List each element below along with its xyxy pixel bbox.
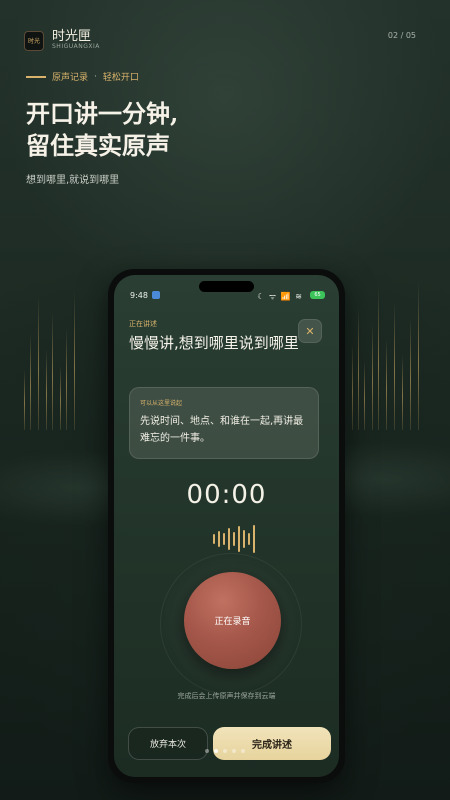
tagline-primary: 原声记录	[52, 73, 89, 83]
close-icon: ✕	[305, 324, 315, 338]
page-dot[interactable]	[241, 749, 245, 753]
phone-mockup: 9:48 ☾ ᯤ 📶 ≋ 65 正在讲述 ✕ 慢慢讲,想到哪里说到哪里 可以从这…	[108, 269, 345, 783]
phone-notch	[199, 281, 254, 292]
waveform-bar	[233, 532, 235, 546]
battery-icon: 65	[310, 291, 325, 299]
headline-line-2: 留住真实原声	[26, 131, 170, 160]
screen-title: 慢慢讲,想到哪里说到哪里	[129, 334, 299, 352]
waveform-bar	[243, 530, 245, 548]
tagline-separator: ·	[94, 71, 97, 82]
discard-button[interactable]: 放弃本次	[128, 727, 208, 760]
recording-status-label: 正在讲述	[129, 320, 157, 328]
tagline-secondary: 轻松开口	[102, 73, 139, 83]
page-dot[interactable]	[205, 749, 209, 753]
waveform-bar	[238, 526, 240, 552]
waveform-bar	[218, 531, 220, 547]
finish-button[interactable]: 完成讲述	[213, 727, 331, 760]
tagline: 原声记录 · 轻松开口	[26, 70, 139, 83]
record-button[interactable]: 正在录音	[184, 572, 281, 669]
page-indicator	[0, 749, 450, 753]
recording-timer: 00:00	[186, 480, 267, 510]
page-dot[interactable]	[214, 749, 218, 753]
waveform-bar	[253, 525, 255, 553]
waveform-bar	[223, 533, 225, 545]
waveform-bar	[228, 528, 230, 550]
page-subtitle: 想到哪里,就说到哪里	[26, 175, 120, 186]
record-button-label: 正在录音	[214, 617, 251, 627]
brand-name: 时光匣	[52, 29, 92, 44]
waveform-bar	[248, 533, 250, 545]
status-time: 9:48	[130, 291, 148, 300]
waveform-bar	[213, 534, 215, 544]
page-headline: 开口讲一分钟, 留住真实原声	[26, 98, 178, 162]
waveform-icon	[213, 525, 255, 553]
status-icons: ☾ ᯤ 📶 ≋	[257, 292, 303, 301]
page-dot[interactable]	[223, 749, 227, 753]
close-button[interactable]: ✕	[298, 319, 322, 343]
app-header: 时光 时光匣 SHIGUANGXIA	[24, 30, 100, 51]
status-app-indicator	[152, 291, 160, 299]
page-counter: 02 / 05	[387, 31, 416, 40]
phone-screen: 9:48 ☾ ᯤ 📶 ≋ 65 正在讲述 ✕ 慢慢讲,想到哪里说到哪里 可以从这…	[114, 275, 339, 777]
brand-subtitle: SHIGUANGXIA	[52, 43, 100, 50]
prompt-card: 可以从这里说起 先说时间、地点、和谁在一起,再讲最难忘的一件事。	[129, 387, 319, 459]
headline-line-1: 开口讲一分钟,	[26, 99, 179, 128]
tagline-bar	[26, 75, 46, 78]
prompt-label: 可以从这里说起	[140, 400, 183, 407]
upload-hint: 完成后会上传原声并保存到云端	[177, 692, 276, 700]
brand-block: 时光匣 SHIGUANGXIA	[52, 30, 100, 51]
logo-icon: 时光	[24, 30, 44, 51]
prompt-text: 先说时间、地点、和谁在一起,再讲最难忘的一件事。	[140, 416, 304, 444]
page-dot[interactable]	[232, 749, 236, 753]
